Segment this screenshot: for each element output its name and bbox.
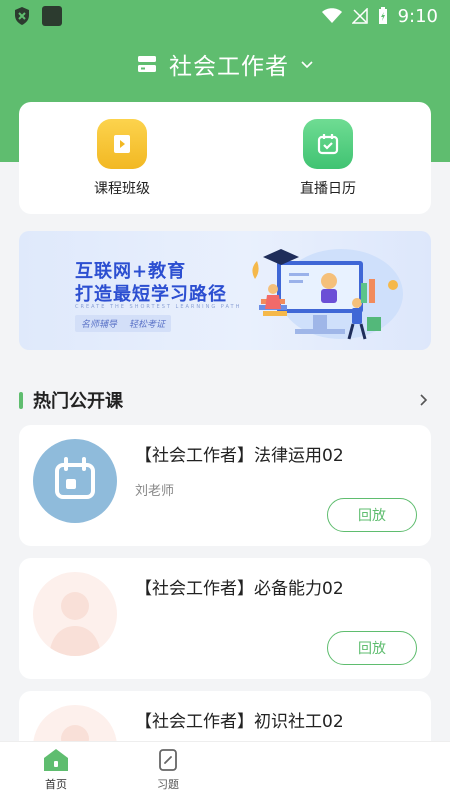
tab-label: 首页 (45, 778, 67, 791)
books-icon (138, 56, 156, 72)
banner-tags: 名师辅导 轻松考证 (75, 315, 171, 332)
status-bar: 9:10 (0, 0, 450, 32)
exercise-icon (159, 749, 177, 771)
banner-illustration (252, 249, 403, 340)
chevron-down-icon (301, 61, 313, 69)
section-header: 热门公开课 (19, 388, 431, 412)
quick-link-label: 课程班级 (94, 181, 150, 197)
tab-exercises[interactable]: 习题 (112, 742, 224, 800)
banner-subheadline: 打造最短学习路径 (75, 284, 227, 305)
quick-link-label: 直播日历 (300, 181, 356, 197)
chevron-right-icon[interactable] (415, 392, 431, 408)
app-notification-icon (42, 6, 62, 26)
person-placeholder-icon (33, 572, 117, 656)
shield-icon (15, 7, 29, 25)
no-signal-icon (351, 8, 368, 24)
course-card[interactable]: 【社会工作者】法律运用02 刘老师 回放 (19, 425, 431, 546)
course-selector[interactable]: 社会工作者 (0, 44, 450, 84)
wifi-icon (321, 8, 342, 23)
battery-charging-icon (378, 7, 387, 24)
promo-banner[interactable]: 互联网+教育 打造最短学习路径 CREATE THE SHORTEST LEAR… (19, 231, 431, 350)
course-title: 【社会工作者】必备能力02 (135, 579, 344, 599)
banner-tag: 名师辅导 (80, 320, 117, 330)
home-icon (44, 749, 68, 771)
tab-home[interactable]: 首页 (0, 742, 112, 800)
banner-tag: 轻松考证 (128, 320, 165, 330)
banner-english-line: CREATE THE SHORTEST LEARNING PATH (75, 304, 242, 310)
course-title: 【社会工作者】初识社工02 (135, 712, 344, 732)
course-title: 【社会工作者】法律运用02 (135, 446, 344, 466)
course-teacher: 刘老师 (135, 484, 175, 499)
video-play-icon (97, 119, 147, 169)
status-time: 9:10 (397, 5, 438, 27)
quick-links-card: 课程班级 直播日历 (19, 102, 431, 214)
quick-link-course-class[interactable]: 课程班级 (19, 102, 225, 214)
section-title: 热门公开课 (33, 391, 123, 412)
tab-label: 习题 (157, 778, 179, 791)
calendar-icon (33, 439, 117, 523)
page-title: 社会工作者 (169, 54, 289, 80)
calendar-check-icon (303, 119, 353, 169)
quick-link-live-calendar[interactable]: 直播日历 (225, 102, 431, 214)
replay-button[interactable]: 回放 (327, 631, 417, 665)
course-card[interactable]: 【社会工作者】必备能力02 回放 (19, 558, 431, 679)
section-accent-bar (19, 391, 23, 409)
bottom-tab-bar: 首页 习题 (0, 741, 450, 800)
replay-button[interactable]: 回放 (327, 498, 417, 532)
